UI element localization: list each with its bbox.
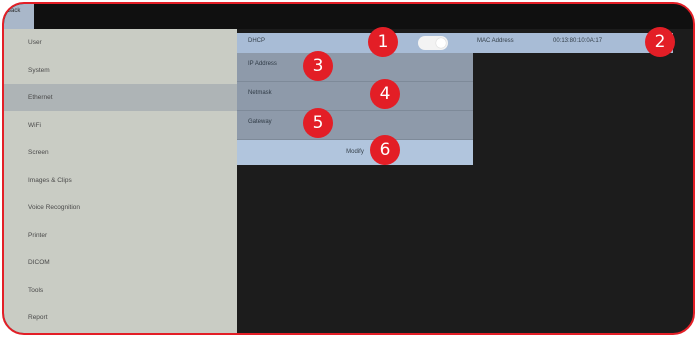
mac-address-label: MAC Address — [477, 38, 514, 44]
gateway-field[interactable]: Gateway — [237, 111, 473, 140]
sidebar-item-wifi[interactable]: WiFi — [4, 112, 237, 139]
sidebar-item-system[interactable]: System — [4, 57, 237, 84]
dhcp-toggle[interactable] — [418, 36, 448, 50]
settings-sidebar: User System Ethernet WiFi Screen Images … — [4, 29, 237, 333]
callout-3: 3 — [303, 51, 333, 81]
dhcp-row: DHCP MAC Address 00:13:80:10:0A:17 — [237, 33, 673, 53]
back-tab[interactable]: Back — [4, 4, 34, 29]
sidebar-item-dicom[interactable]: DICOM — [4, 249, 237, 276]
sidebar-item-user[interactable]: User — [4, 29, 237, 56]
sidebar-item-printer[interactable]: Printer — [4, 222, 237, 249]
netmask-field[interactable]: Netmask — [237, 82, 473, 111]
top-bar: Back — [4, 4, 693, 29]
dhcp-label: DHCP — [248, 38, 266, 44]
callout-4: 4 — [370, 79, 400, 109]
sidebar-item-images-clips[interactable]: Images & Clips — [4, 167, 237, 194]
callout-6: 6 — [370, 135, 400, 165]
callout-2: 2 — [645, 27, 675, 57]
callout-5: 5 — [303, 108, 333, 138]
ip-address-field[interactable]: IP Address — [237, 53, 473, 82]
modify-button[interactable]: Modify — [237, 140, 473, 165]
sidebar-item-report[interactable]: Report — [4, 304, 237, 331]
sidebar-item-screen[interactable]: Screen — [4, 139, 237, 166]
mac-address-value: 00:13:80:10:0A:17 — [553, 38, 603, 44]
screen-frame: Back User System Ethernet WiFi Screen Im… — [2, 2, 695, 335]
sidebar-item-tools[interactable]: Tools — [4, 277, 237, 304]
sidebar-item-voice-recognition[interactable]: Voice Recognition — [4, 194, 237, 221]
sidebar-item-ethernet[interactable]: Ethernet — [4, 84, 237, 111]
callout-1: 1 — [368, 27, 398, 57]
toggle-knob — [436, 38, 446, 48]
ethernet-fields-panel: IP Address Netmask Gateway — [237, 53, 473, 140]
